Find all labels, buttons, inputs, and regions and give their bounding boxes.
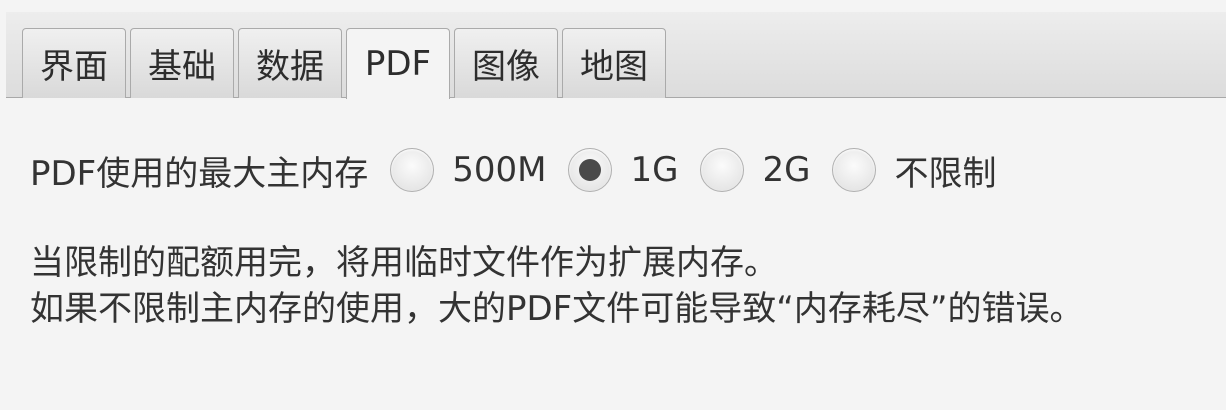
memory-note-line-1: 当限制的配额用完，将用临时文件作为扩展内存。 — [30, 243, 778, 283]
radio-label-500m: 500M — [452, 150, 547, 190]
memory-notes: 当限制的配额用完，将用临时文件作为扩展内存。 如果不限制主内存的使用，大的PDF… — [30, 240, 1083, 332]
radio-label-2g: 2G — [762, 150, 811, 190]
radio-label-unlimited: 不限制 — [894, 153, 997, 194]
radio-button-1g[interactable] — [568, 148, 613, 192]
memory-option-2g[interactable]: 2G — [700, 148, 810, 192]
memory-option-unlimited[interactable]: 不限制 — [832, 146, 996, 195]
pdf-max-memory-label: PDF使用的最大主内存 — [30, 153, 369, 194]
radio-button-2g[interactable] — [700, 148, 745, 192]
tab-map[interactable]: 地图 — [562, 28, 666, 98]
memory-option-500m[interactable]: 500M — [390, 148, 546, 192]
memory-note-line-2: 如果不限制主内存的使用，大的PDF文件可能导致“内存耗尽”的错误。 — [30, 289, 1084, 329]
tab-strip: 界面 基础 数据 PDF 图像 地图 — [22, 28, 666, 99]
radio-button-unlimited[interactable] — [832, 148, 877, 192]
tab-pdf[interactable]: PDF — [346, 28, 450, 99]
radio-label-1g: 1G — [630, 150, 679, 190]
radio-button-500m[interactable] — [390, 148, 435, 192]
memory-option-1g[interactable]: 1G — [568, 148, 678, 192]
tab-data[interactable]: 数据 — [238, 28, 342, 98]
pdf-max-memory-row: PDF使用的最大主内存 500M 1G 2G 不限制 — [30, 146, 1018, 194]
tab-image[interactable]: 图像 — [454, 28, 558, 98]
tab-bar: 界面 基础 数据 PDF 图像 地图 — [6, 12, 1226, 99]
radio-selected-dot — [579, 159, 602, 181]
tab-interface[interactable]: 界面 — [22, 28, 126, 98]
tab-basic[interactable]: 基础 — [130, 28, 234, 98]
